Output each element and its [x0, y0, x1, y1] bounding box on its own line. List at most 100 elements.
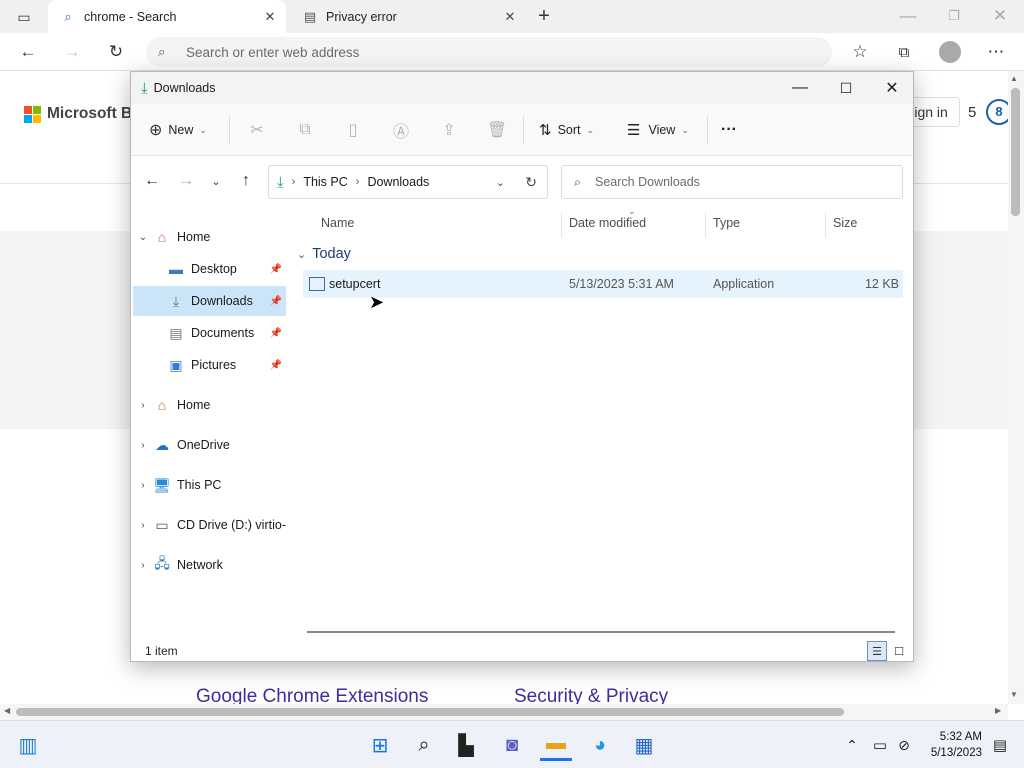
chevron-down-icon[interactable]: ⌄: [133, 232, 153, 243]
view-button[interactable]: ☰ View ⌄: [627, 114, 689, 146]
details-view-button[interactable]: ☰: [867, 641, 887, 661]
tab-chrome-search[interactable]: ⌕ chrome - Search ✕: [48, 0, 286, 33]
group-label: Today: [312, 246, 351, 262]
scroll-left-icon[interactable]: ◀: [4, 706, 10, 715]
search-placeholder: Search Downloads: [595, 175, 700, 189]
documents-icon: ▤: [169, 324, 183, 341]
chevron-right-icon[interactable]: ›: [133, 400, 153, 411]
chevron-down-icon[interactable]: ⌄: [297, 248, 306, 261]
column-separator[interactable]: [705, 212, 706, 238]
refresh-icon[interactable]: ↻: [525, 174, 537, 191]
pin-icon: 📌: [269, 359, 282, 371]
forward-button[interactable]: →: [58, 38, 86, 66]
back-button[interactable]: ←: [139, 168, 165, 194]
copy-icon[interactable]: ⧉: [291, 116, 319, 144]
breadcrumb-this-pc[interactable]: This PC: [303, 175, 347, 189]
page-horizontal-scroll-thumb[interactable]: [16, 708, 844, 716]
chevron-right-icon[interactable]: ›: [133, 520, 153, 531]
rename-icon[interactable]: Ⓐ: [387, 116, 415, 144]
nav-label: Home: [177, 230, 211, 244]
address-bar[interactable]: ⌕ Search or enter web address: [146, 37, 832, 67]
restore-icon[interactable]: ❐: [940, 2, 968, 30]
file-explorer-icon[interactable]: ▬: [540, 729, 572, 761]
close-window-icon[interactable]: ✕: [986, 2, 1014, 30]
notifications-icon[interactable]: ▤: [984, 729, 1016, 761]
edge-icon[interactable]: ◕: [584, 729, 616, 761]
search-icon: ⌕: [64, 8, 72, 24]
store-icon[interactable]: ▦: [628, 729, 660, 761]
share-icon[interactable]: ⇪: [435, 116, 463, 144]
nav-item-pictures[interactable]: ▣ Pictures 📌: [133, 350, 286, 380]
up-button[interactable]: ↑: [233, 168, 259, 194]
tab-privacy-error[interactable]: ▤ Privacy error ✕: [290, 0, 526, 33]
sort-label: Sort: [557, 123, 581, 137]
desktop-icon: ▬: [169, 261, 183, 277]
collections-icon[interactable]: ⧉: [890, 38, 918, 66]
forward-button[interactable]: →: [173, 168, 199, 194]
file-list-horizontal-scrollbar[interactable]: [307, 631, 895, 633]
nav-item-network[interactable]: › 🖧 Network: [133, 550, 286, 580]
maximize-icon[interactable]: ☐: [823, 72, 869, 104]
group-header-today[interactable]: ⌄ Today: [297, 246, 351, 262]
tab-actions-icon[interactable]: ▭: [10, 3, 38, 31]
page-icon: ▤: [303, 8, 317, 24]
delete-icon[interactable]: 🗑: [483, 116, 511, 144]
new-button[interactable]: ⊕ New ⌄: [149, 114, 207, 146]
task-view-icon[interactable]: ▙: [450, 729, 482, 761]
cut-icon[interactable]: ✂: [243, 116, 271, 144]
nav-item-onedrive[interactable]: › ☁ OneDrive: [133, 430, 286, 460]
column-separator[interactable]: [825, 212, 826, 238]
paste-icon[interactable]: ▯: [339, 116, 367, 144]
chevron-right-icon[interactable]: ›: [133, 560, 153, 571]
nav-item-documents[interactable]: ▤ Documents 📌: [133, 318, 286, 348]
close-window-icon[interactable]: ✕: [869, 72, 915, 104]
nav-label: This PC: [177, 478, 222, 492]
chevron-down-icon: ⌄: [199, 124, 207, 135]
search-downloads-input[interactable]: ⌕ Search Downloads: [561, 165, 903, 199]
chevron-down-icon: ⌄: [586, 124, 595, 135]
page-vertical-scroll-thumb[interactable]: [1011, 88, 1020, 216]
system-clock[interactable]: 5:32 AM 5/13/2023: [918, 729, 982, 761]
nav-item-downloads[interactable]: ⤓ Downloads 📌: [133, 286, 286, 316]
explorer-title-bar[interactable]: ⤓ Downloads — ☐ ✕: [131, 72, 913, 104]
nav-item-home-2[interactable]: › ⌂ Home: [133, 390, 286, 420]
chevron-down-icon[interactable]: ⌄: [496, 176, 505, 189]
nav-item-desktop[interactable]: ▬ Desktop 📌: [133, 254, 286, 284]
large-icons-view-button[interactable]: ☐: [889, 641, 909, 661]
profile-avatar[interactable]: [936, 38, 964, 66]
close-tab-icon[interactable]: ✕: [502, 9, 518, 25]
start-icon[interactable]: ⊞: [364, 729, 396, 761]
refresh-button[interactable]: ↻: [102, 38, 130, 66]
more-options-button[interactable]: ···: [721, 114, 737, 146]
nav-item-this-pc[interactable]: › 🖥 This PC: [133, 470, 286, 500]
sort-button[interactable]: ⇅ Sort ⌄: [539, 114, 594, 146]
chevron-right-icon[interactable]: ›: [133, 480, 153, 491]
breadcrumb[interactable]: ⤓ › This PC › Downloads ⌄ ↻: [268, 165, 548, 199]
breadcrumb-downloads[interactable]: Downloads: [367, 175, 429, 189]
column-header-date[interactable]: Date modified: [569, 216, 646, 230]
back-button[interactable]: ←: [14, 38, 42, 66]
favorites-icon[interactable]: ☆: [846, 38, 874, 66]
minimize-icon[interactable]: —: [894, 2, 922, 30]
scroll-up-icon[interactable]: ▲: [1010, 74, 1018, 83]
scroll-down-icon[interactable]: ▼: [1010, 690, 1018, 699]
volume-muted-icon[interactable]: ⊘: [888, 729, 920, 761]
search-icon: ⌕: [574, 174, 582, 189]
nav-item-cd-drive[interactable]: › ▭ CD Drive (D:) virtio-: [133, 510, 286, 540]
close-tab-icon[interactable]: ✕: [262, 9, 278, 25]
widgets-icon[interactable]: ▥: [12, 729, 44, 761]
chat-icon[interactable]: ◙: [496, 729, 528, 761]
more-menu-icon[interactable]: ⋯: [982, 38, 1010, 66]
column-header-name[interactable]: Name: [321, 216, 354, 230]
nav-item-home[interactable]: ⌄ ⌂ Home: [133, 222, 286, 252]
scroll-right-icon[interactable]: ▶: [995, 706, 1001, 715]
search-icon[interactable]: ⌕: [408, 729, 440, 761]
recent-locations-icon[interactable]: ⌄: [203, 168, 229, 194]
column-header-size[interactable]: Size: [833, 216, 857, 230]
chevron-right-icon[interactable]: ›: [133, 440, 153, 451]
file-row-setupcert[interactable]: setupcert 5/13/2023 5:31 AM Application …: [303, 270, 903, 298]
column-header-type[interactable]: Type: [713, 216, 740, 230]
new-tab-button[interactable]: +: [530, 2, 558, 30]
column-separator[interactable]: [561, 212, 562, 238]
minimize-icon[interactable]: —: [777, 72, 823, 104]
